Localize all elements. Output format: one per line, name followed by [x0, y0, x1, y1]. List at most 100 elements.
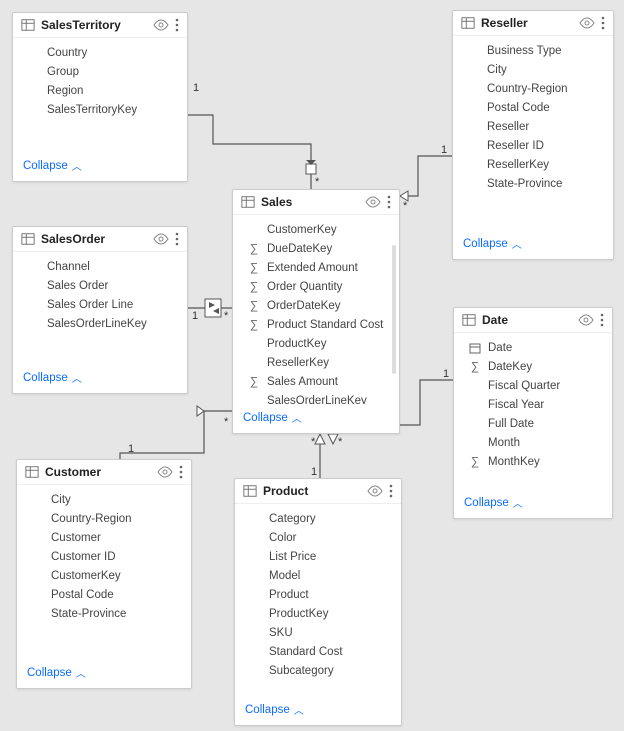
field-item[interactable]: State-Province: [467, 177, 603, 191]
sigma-icon: ∑: [468, 360, 482, 374]
table-customer[interactable]: Customer City Country-Region Customer Cu…: [16, 459, 192, 689]
field-item[interactable]: City: [31, 493, 181, 507]
collapse-link[interactable]: Collapse︿: [235, 696, 401, 725]
table-sales[interactable]: Sales CustomerKey ∑DueDateKey ∑Extended …: [232, 189, 400, 434]
table-date[interactable]: Date Date ∑DateKey Fiscal Quarter Fiscal…: [453, 307, 613, 519]
field-item[interactable]: CustomerKey: [247, 223, 389, 237]
field-item[interactable]: Country-Region: [31, 512, 181, 526]
visibility-icon[interactable]: [365, 196, 381, 208]
visibility-icon[interactable]: [367, 485, 383, 497]
chevron-up-icon: ︿: [72, 370, 82, 385]
field-item[interactable]: ProductKey: [247, 337, 389, 351]
more-options-icon[interactable]: [387, 195, 391, 209]
cardinality-many: *: [315, 176, 319, 188]
more-options-icon[interactable]: [601, 16, 605, 30]
chevron-up-icon: ︿: [292, 410, 302, 425]
fields-list: Channel Sales Order Sales Order Line Sal…: [13, 252, 187, 335]
field-item[interactable]: Customer ID: [31, 550, 181, 564]
field-item[interactable]: Reseller ID: [467, 139, 603, 153]
sigma-icon: ∑: [468, 455, 482, 469]
table-salesorder[interactable]: SalesOrder Channel Sales Order Sales Ord…: [12, 226, 188, 394]
sigma-icon: ∑: [247, 242, 261, 256]
visibility-icon[interactable]: [153, 233, 169, 245]
field-item[interactable]: Postal Code: [31, 588, 181, 602]
collapse-link[interactable]: Collapse︿: [13, 152, 187, 181]
table-salesterritory[interactable]: SalesTerritory Country Group Region Sale…: [12, 12, 188, 182]
field-item[interactable]: SalesTerritoryKey: [27, 103, 177, 117]
field-item[interactable]: ProductKey: [249, 607, 391, 621]
field-item[interactable]: ∑Product Standard Cost: [247, 318, 389, 332]
more-options-icon[interactable]: [175, 18, 179, 32]
field-item[interactable]: State-Province: [31, 607, 181, 621]
field-item[interactable]: Group: [27, 65, 177, 79]
field-item[interactable]: Sales Order: [27, 279, 177, 293]
field-item[interactable]: Category: [249, 512, 391, 526]
field-item[interactable]: ∑OrderDateKey: [247, 299, 389, 313]
field-item[interactable]: Color: [249, 531, 391, 545]
more-options-icon[interactable]: [175, 232, 179, 246]
sigma-icon: ∑: [247, 280, 261, 294]
field-item[interactable]: ∑DateKey: [468, 360, 602, 374]
field-item[interactable]: City: [467, 63, 603, 77]
visibility-icon[interactable]: [578, 314, 594, 326]
field-item[interactable]: Month: [468, 436, 602, 450]
fields-list: Business Type City Country-Region Postal…: [453, 36, 613, 195]
collapse-link[interactable]: Collapse︿: [454, 489, 612, 518]
field-item[interactable]: Country: [27, 46, 177, 60]
cardinality-one: 1: [311, 466, 317, 478]
field-item[interactable]: ∑MonthKey: [468, 455, 602, 469]
more-options-icon[interactable]: [389, 484, 393, 498]
field-item[interactable]: Date: [468, 341, 602, 355]
field-item[interactable]: Model: [249, 569, 391, 583]
chevron-up-icon: ︿: [513, 495, 523, 510]
model-canvas[interactable]: 1 * 1 * 1 * 1 * 1 * 1 * SalesTerritory C…: [0, 0, 624, 731]
sigma-icon: ∑: [247, 375, 261, 389]
collapse-link[interactable]: Collapse︿: [453, 230, 613, 259]
visibility-icon[interactable]: [157, 466, 173, 478]
field-item[interactable]: Reseller: [467, 120, 603, 134]
field-item[interactable]: ResellerKey: [467, 158, 603, 172]
field-item[interactable]: CustomerKey: [31, 569, 181, 583]
sigma-icon: ∑: [247, 299, 261, 313]
fields-list: City Country-Region Customer Customer ID…: [17, 485, 191, 625]
field-item[interactable]: Subcategory: [249, 664, 391, 678]
visibility-icon[interactable]: [579, 17, 595, 29]
table-title: Customer: [45, 465, 151, 479]
field-item[interactable]: SKU: [249, 626, 391, 640]
field-item[interactable]: Region: [27, 84, 177, 98]
visibility-icon[interactable]: [153, 19, 169, 31]
table-reseller[interactable]: Reseller Business Type City Country-Regi…: [452, 10, 614, 260]
table-title: Sales: [261, 195, 359, 209]
scrollbar[interactable]: [392, 245, 396, 374]
field-item[interactable]: SalesOrderLineKey: [27, 317, 177, 331]
calendar-icon: [468, 342, 482, 354]
fields-list: CustomerKey ∑DueDateKey ∑Extended Amount…: [233, 215, 399, 404]
field-item[interactable]: Standard Cost: [249, 645, 391, 659]
field-item[interactable]: List Price: [249, 550, 391, 564]
sigma-icon: ∑: [247, 261, 261, 275]
more-options-icon[interactable]: [179, 465, 183, 479]
field-item[interactable]: Country-Region: [467, 82, 603, 96]
field-item[interactable]: ∑Sales Amount: [247, 375, 389, 389]
field-item[interactable]: Product: [249, 588, 391, 602]
field-item[interactable]: ∑Extended Amount: [247, 261, 389, 275]
field-item[interactable]: Business Type: [467, 44, 603, 58]
field-item[interactable]: Customer: [31, 531, 181, 545]
more-options-icon[interactable]: [600, 313, 604, 327]
field-item[interactable]: Postal Code: [467, 101, 603, 115]
collapse-link[interactable]: Collapse︿: [13, 364, 187, 393]
table-product[interactable]: Product Category Color List Price Model …: [234, 478, 402, 726]
field-item[interactable]: Channel: [27, 260, 177, 274]
collapse-link[interactable]: Collapse︿: [233, 404, 399, 433]
cardinality-many: *: [224, 416, 228, 428]
field-item[interactable]: Fiscal Quarter: [468, 379, 602, 393]
collapse-link[interactable]: Collapse︿: [17, 659, 191, 688]
field-item[interactable]: Fiscal Year: [468, 398, 602, 412]
field-item[interactable]: Sales Order Line: [27, 298, 177, 312]
field-item[interactable]: ∑DueDateKey: [247, 242, 389, 256]
field-item[interactable]: SalesOrderLineKey: [247, 394, 389, 404]
field-item[interactable]: ResellerKey: [247, 356, 389, 370]
fields-list: Category Color List Price Model Product …: [235, 504, 401, 682]
field-item[interactable]: Full Date: [468, 417, 602, 431]
field-item[interactable]: ∑Order Quantity: [247, 280, 389, 294]
